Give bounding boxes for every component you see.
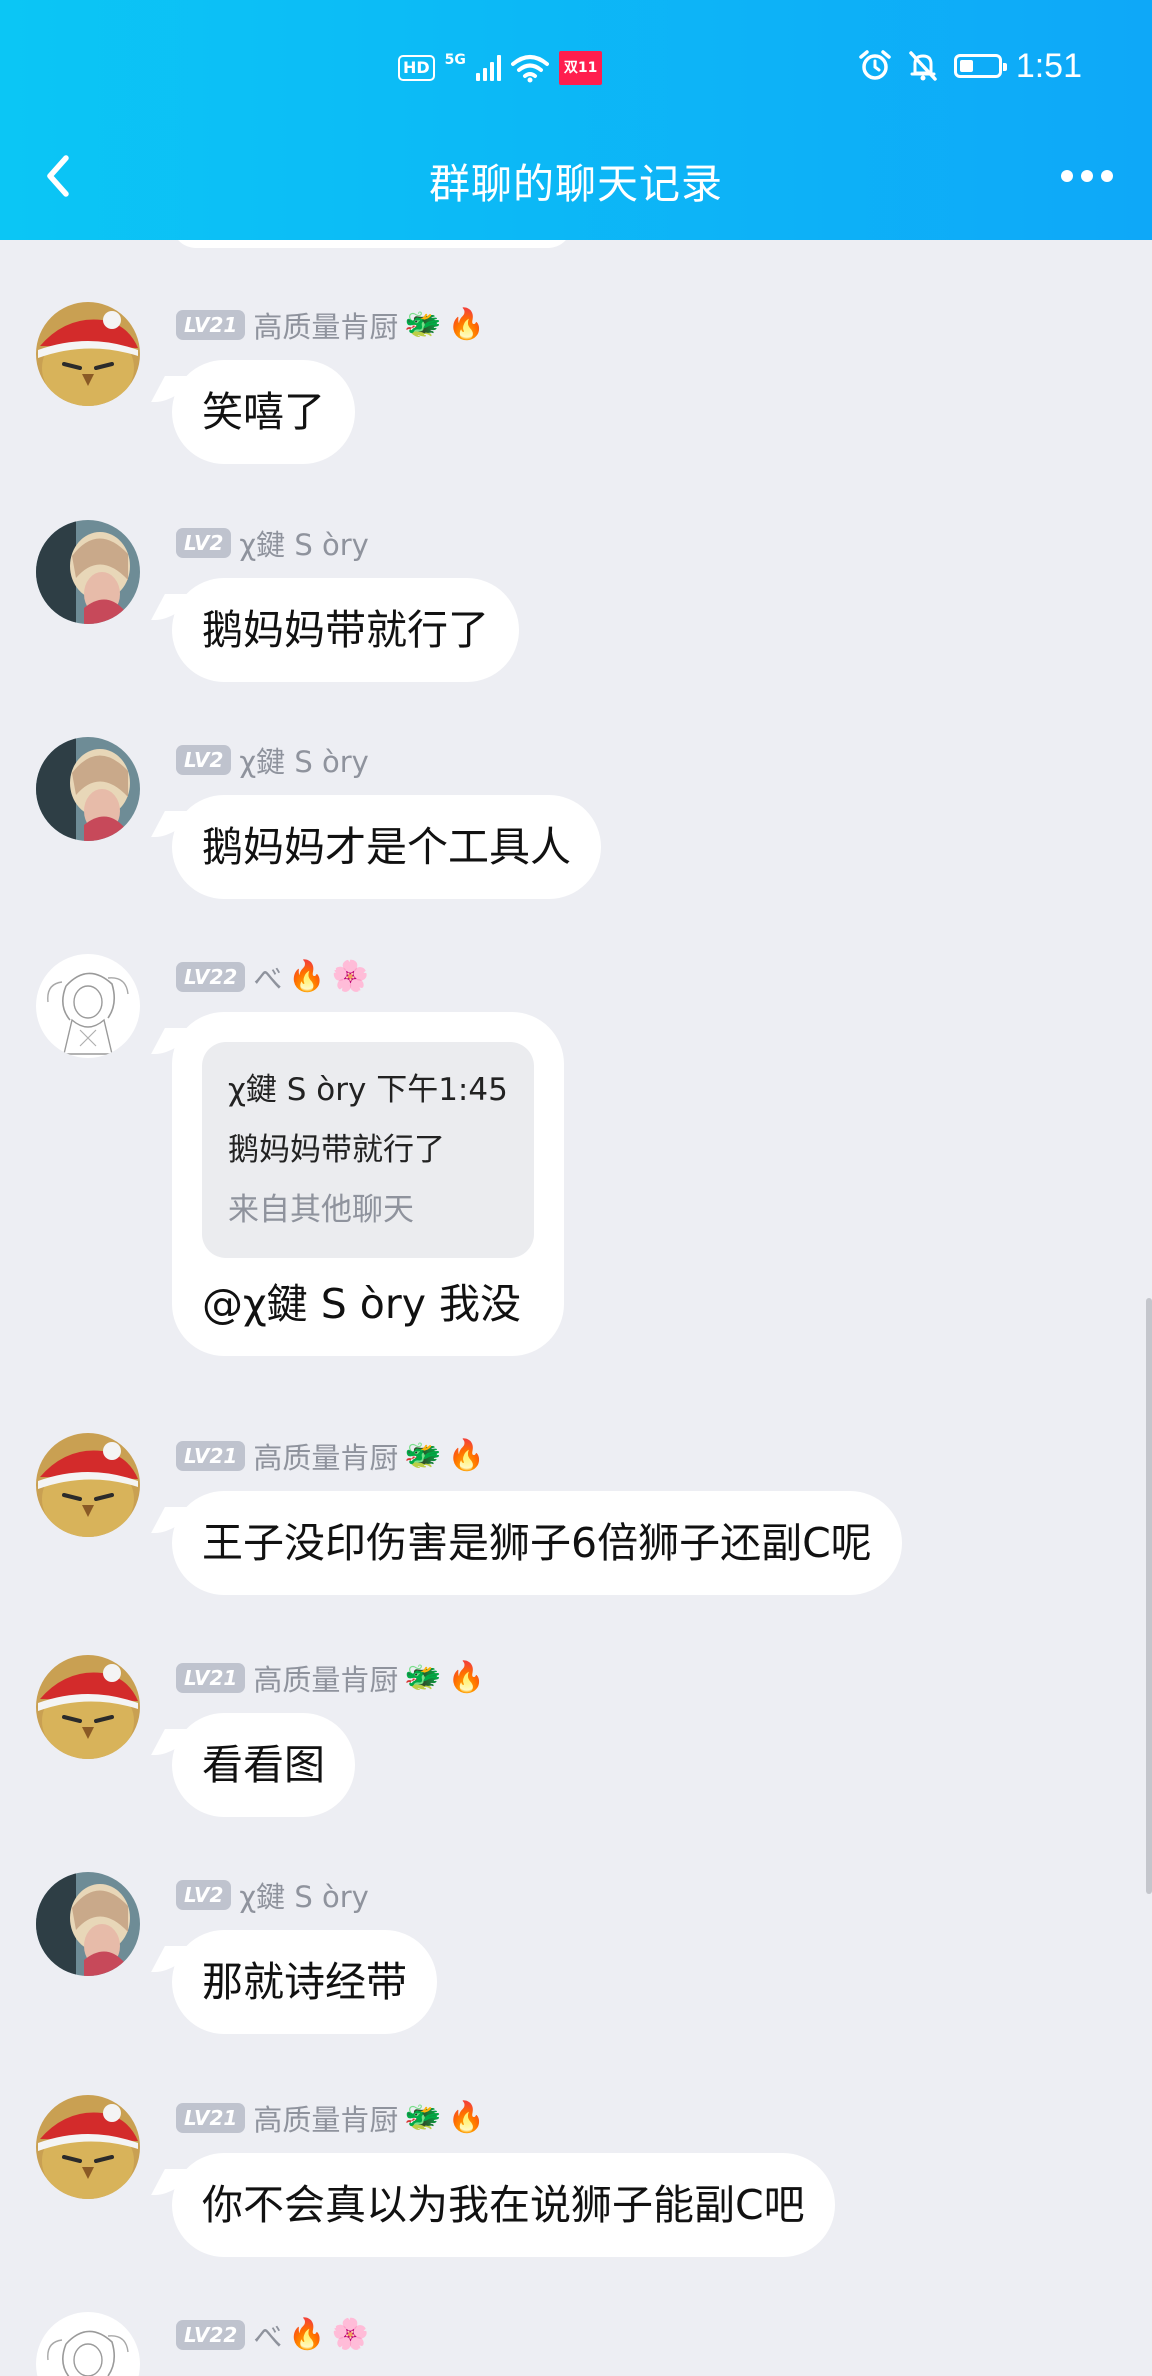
dragon-icon: 🐲 [404, 307, 442, 342]
reply-message-bubble[interactable]: χ鍵 S òry 下午1:45 鹅妈妈带就行了 来自其他聊天 @χ鍵 S òry… [172, 1012, 564, 1356]
sender-meta: LV21 高质量肯厨 🐲 🔥 [176, 306, 485, 344]
fire-icon: 🔥 [447, 1438, 486, 1473]
more-options-icon[interactable] [1052, 148, 1122, 204]
sender-name[interactable]: 高质量肯厨 [253, 2097, 398, 2139]
message-bubble[interactable]: 看看图 [172, 1713, 355, 1817]
fire-icon: 🔥 [447, 2100, 486, 2135]
avatar[interactable] [36, 1433, 140, 1537]
quote-body: 鹅妈妈带就行了 [228, 1132, 445, 1168]
message-text: @χ鍵 S òry 我没 [202, 1280, 522, 1328]
promo-badge: 双11 [558, 51, 603, 85]
flower-icon: 🌸 [331, 2317, 370, 2352]
level-badge: LV22 [176, 962, 246, 992]
clock: 1:51 [1015, 46, 1082, 85]
battery-icon [953, 54, 1007, 78]
dragon-icon: 🐲 [404, 1660, 442, 1695]
level-badge: LV2 [176, 1880, 232, 1910]
sender-meta: LV21 高质量肯厨 🐲 🔥 [176, 1437, 485, 1475]
fire-icon: 🔥 [447, 307, 486, 342]
sender-meta: LV21 高质量肯厨 🐲 🔥 [176, 1659, 485, 1697]
level-badge: LV2 [176, 528, 232, 558]
sender-meta: LV21 高质量肯厨 🐲 🔥 [176, 2099, 485, 2137]
network-type: 5G [444, 52, 466, 68]
scrollbar[interactable] [1146, 1298, 1152, 1894]
avatar[interactable] [36, 737, 140, 841]
dragon-icon: 🐲 [404, 1438, 442, 1473]
sender-meta: LV22 べ 🔥 🌸 [176, 958, 369, 996]
sender-name[interactable]: χ鍵 S òry [239, 739, 368, 781]
sender-meta: LV22 べ 🔥 🌸 [176, 2316, 369, 2354]
message-bubble[interactable]: 你不会真以为我在说狮子能副C吧 [172, 2153, 835, 2257]
quoted-message[interactable]: χ鍵 S òry 下午1:45 鹅妈妈带就行了 来自其他聊天 [202, 1042, 534, 1258]
level-badge: LV21 [176, 1663, 246, 1693]
sender-name[interactable]: 高质量肯厨 [253, 1435, 398, 1477]
status-bar: HD 5G 双11 1:51 [0, 0, 1152, 132]
message-bubble[interactable]: 王子没印伤害是狮子6倍狮子还副C呢 [172, 1491, 902, 1595]
sender-name[interactable]: 高质量肯厨 [253, 1657, 398, 1699]
fire-icon: 🔥 [288, 2317, 326, 2352]
avatar[interactable] [36, 1655, 140, 1759]
signal-icon [475, 55, 501, 81]
message-bubble[interactable] [172, 240, 572, 248]
level-badge: LV21 [176, 1441, 246, 1471]
flower-icon: 🌸 [331, 959, 370, 994]
sender-name[interactable]: 高质量肯厨 [253, 304, 398, 346]
sender-meta: LV2 χ鍵 S òry [176, 741, 369, 779]
avatar[interactable] [36, 2312, 140, 2376]
sender-name[interactable]: χ鍵 S òry [239, 522, 368, 564]
dragon-icon: 🐲 [404, 2100, 442, 2135]
wifi-icon [510, 55, 549, 83]
sender-name[interactable]: べ [253, 956, 282, 998]
avatar[interactable] [36, 954, 140, 1058]
message-bubble[interactable]: 笑嘻了 [172, 360, 355, 464]
message-bubble[interactable]: 那就诗经带 [172, 1930, 437, 2034]
fire-icon: 🔥 [288, 959, 326, 994]
chat-history[interactable]: LV21 高质量肯厨 🐲 🔥 笑嘻了 LV2 χ鍵 S òry 鹅妈妈带就行了 … [0, 240, 1152, 2376]
mute-icon [909, 51, 937, 81]
level-badge: LV2 [176, 745, 232, 775]
nav-bar: 群聊的聊天记录 [0, 132, 1152, 240]
avatar[interactable] [36, 302, 140, 406]
avatar[interactable] [36, 2095, 140, 2199]
fire-icon: 🔥 [447, 1660, 486, 1695]
avatar[interactable] [36, 520, 140, 624]
page-title: 群聊的聊天记录 [429, 160, 723, 208]
level-badge: LV21 [176, 310, 246, 340]
avatar[interactable] [36, 1872, 140, 1976]
level-badge: LV21 [176, 2103, 246, 2133]
quote-source: 来自其他聊天 [228, 1192, 414, 1228]
level-badge: LV22 [176, 2320, 246, 2350]
sender-meta: LV2 χ鍵 S òry [176, 524, 369, 562]
message-bubble[interactable]: 鹅妈妈才是个工具人 [172, 795, 601, 899]
sender-meta: LV2 χ鍵 S òry [176, 1876, 369, 1914]
message-bubble[interactable]: 鹅妈妈带就行了 [172, 578, 519, 682]
sender-name[interactable]: べ [253, 2314, 282, 2356]
alarm-icon [859, 50, 891, 80]
hd-indicator: HD [398, 55, 435, 81]
top-bar: HD 5G 双11 1:51 群聊的聊天记录 [0, 0, 1152, 240]
sender-name[interactable]: χ鍵 S òry [239, 1874, 368, 1916]
quote-header: χ鍵 S òry 下午1:45 [228, 1072, 508, 1108]
